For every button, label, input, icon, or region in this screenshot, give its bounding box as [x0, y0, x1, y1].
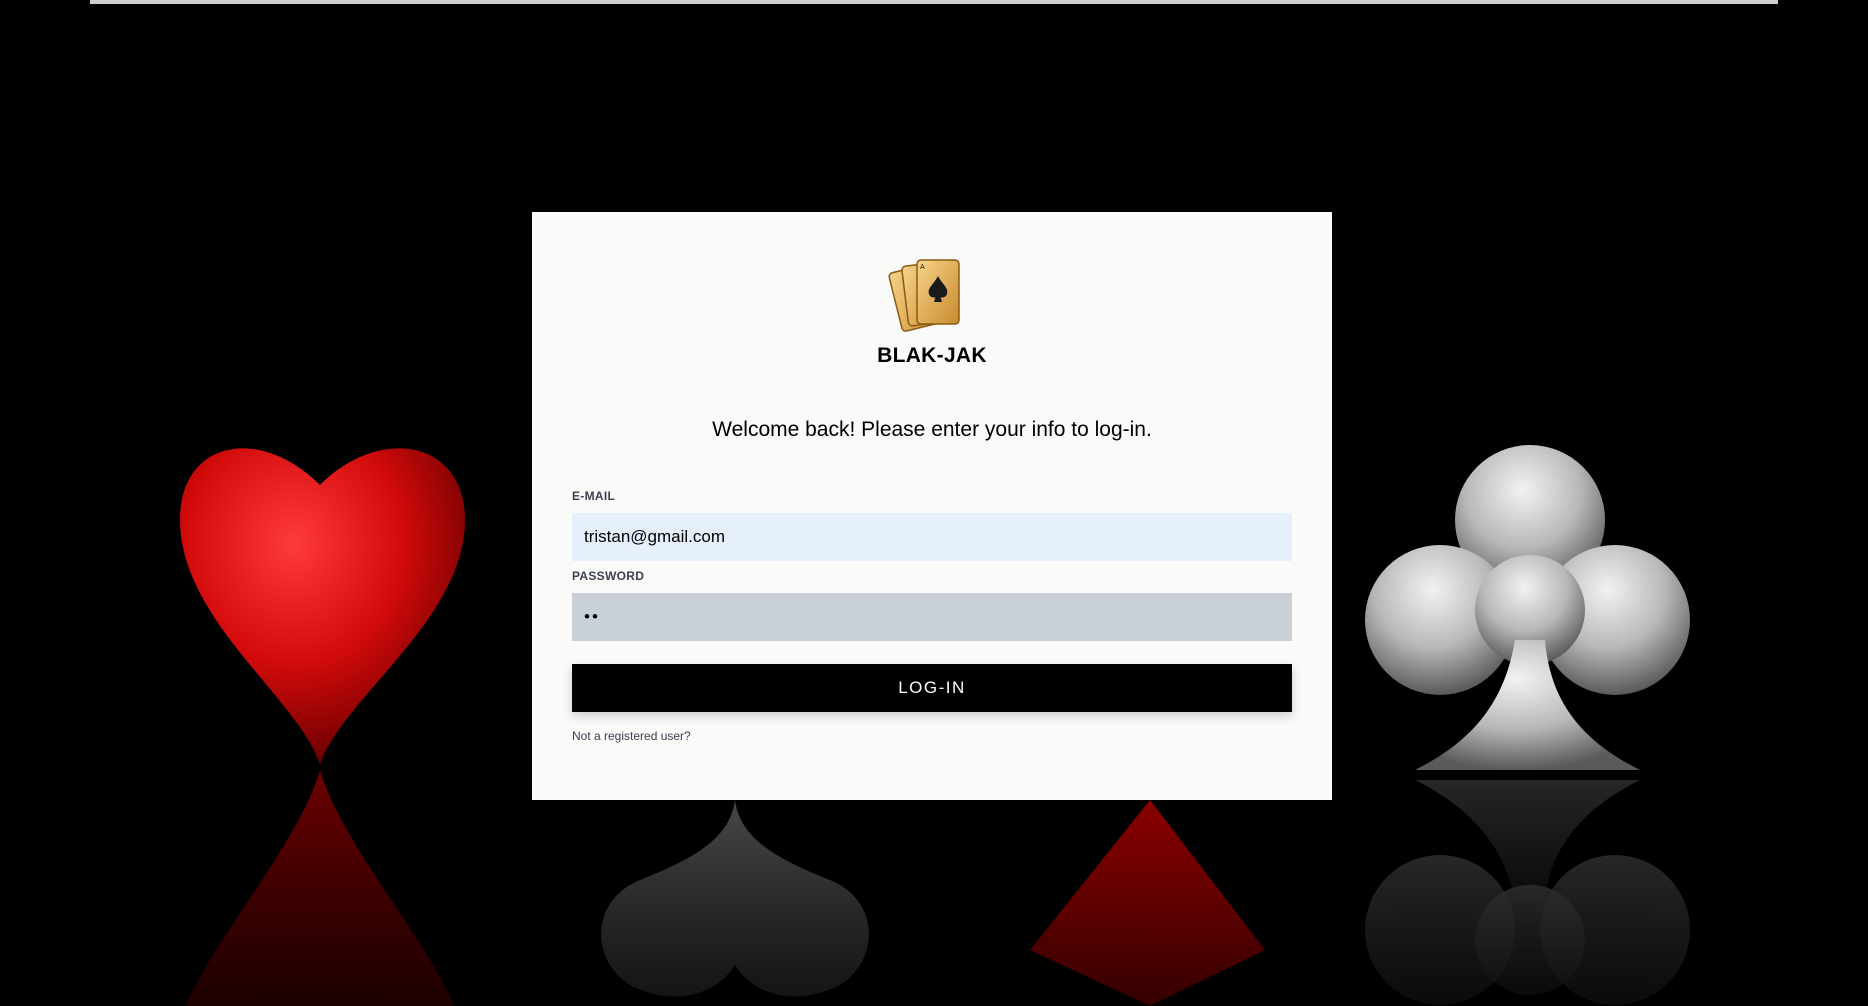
email-label: E-MAIL	[572, 489, 616, 503]
password-label: PASSWORD	[572, 569, 645, 583]
register-link[interactable]: Not a registered user?	[572, 729, 691, 743]
login-button[interactable]: LOG-IN	[572, 664, 1292, 712]
login-card: A BLAK-JAK Welcome back! Please enter yo…	[532, 212, 1332, 800]
club-icon	[1365, 445, 1690, 770]
password-field[interactable]	[572, 593, 1292, 641]
playing-cards-logo-icon: A	[888, 259, 960, 332]
logo-block: A BLAK-JAK	[532, 254, 1332, 368]
brand-title: BLAK-JAK	[877, 344, 987, 367]
heart-reflection	[185, 770, 455, 1006]
welcome-message: Welcome back! Please enter your info to …	[712, 418, 1152, 441]
heart-icon	[180, 448, 465, 765]
diamond-icon	[1030, 800, 1265, 1006]
club-reflection	[1365, 780, 1690, 1005]
email-field[interactable]	[572, 513, 1292, 561]
svg-text:A: A	[920, 264, 925, 271]
spade-icon	[601, 800, 869, 997]
